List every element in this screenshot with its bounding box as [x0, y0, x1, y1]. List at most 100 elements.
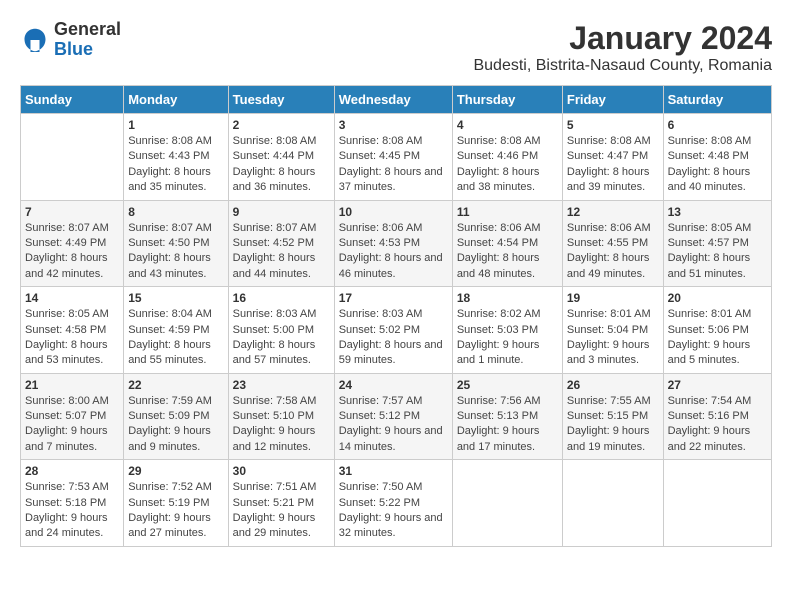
calendar-cell: 20 Sunrise: 8:01 AMSunset: 5:06 PMDayligh…: [663, 287, 771, 374]
day-info: Sunrise: 8:08 AMSunset: 4:44 PMDaylight:…: [233, 134, 330, 196]
logo-general: General: [54, 20, 121, 40]
day-info: Sunrise: 8:08 AMSunset: 4:43 PMDaylight:…: [128, 134, 223, 196]
day-number: 30: [233, 464, 330, 478]
calendar-table: SundayMondayTuesdayWednesdayThursdayFrid…: [20, 85, 772, 547]
day-info: Sunrise: 8:04 AMSunset: 4:59 PMDaylight:…: [128, 307, 223, 369]
day-number: 8: [128, 205, 223, 219]
calendar-cell: 4 Sunrise: 8:08 AMSunset: 4:46 PMDaylight…: [452, 114, 562, 201]
calendar-cell: 15Sunrise: 8:04 AMSunset: 4:59 PMDayligh…: [124, 287, 228, 374]
day-number: 18: [457, 291, 558, 305]
day-info: Sunrise: 8:03 AMSunset: 5:02 PMDaylight:…: [339, 307, 448, 369]
weekday-header: Monday: [124, 86, 228, 114]
day-number: 22: [128, 378, 223, 392]
calendar-cell: 10 Sunrise: 8:06 AMSunset: 4:53 PMDayligh…: [334, 200, 452, 287]
day-number: 1: [128, 118, 223, 132]
day-info: Sunrise: 8:06 AMSunset: 4:55 PMDaylight:…: [567, 221, 659, 283]
weekday-header: Friday: [562, 86, 663, 114]
calendar-cell: 26 Sunrise: 7:55 AMSunset: 5:15 PMDayligh…: [562, 373, 663, 460]
day-info: Sunrise: 7:55 AMSunset: 5:15 PMDaylight:…: [567, 394, 659, 456]
calendar-cell: 8 Sunrise: 8:07 AMSunset: 4:50 PMDaylight…: [124, 200, 228, 287]
day-number: 20: [668, 291, 767, 305]
day-info: Sunrise: 7:51 AMSunset: 5:21 PMDaylight:…: [233, 480, 330, 542]
day-number: 9: [233, 205, 330, 219]
day-number: 2: [233, 118, 330, 132]
day-info: Sunrise: 8:08 AMSunset: 4:47 PMDaylight:…: [567, 134, 659, 196]
day-number: 21: [25, 378, 119, 392]
calendar-cell: 30 Sunrise: 7:51 AMSunset: 5:21 PMDayligh…: [228, 460, 334, 547]
day-number: 7: [25, 205, 119, 219]
day-number: 17: [339, 291, 448, 305]
day-info: Sunrise: 8:05 AMSunset: 4:58 PMDaylight:…: [25, 307, 119, 369]
day-number: 31: [339, 464, 448, 478]
day-number: 27: [668, 378, 767, 392]
day-number: 12: [567, 205, 659, 219]
day-number: 28: [25, 464, 119, 478]
calendar-cell: 31 Sunrise: 7:50 AMSunset: 5:22 PMDayligh…: [334, 460, 452, 547]
calendar-week-row: 1 Sunrise: 8:08 AMSunset: 4:43 PMDaylight…: [21, 114, 772, 201]
day-number: 4: [457, 118, 558, 132]
day-info: Sunrise: 7:56 AMSunset: 5:13 PMDaylight:…: [457, 394, 558, 456]
day-number: 13: [668, 205, 767, 219]
day-number: 6: [668, 118, 767, 132]
weekday-header: Wednesday: [334, 86, 452, 114]
logo-text: General Blue: [54, 20, 121, 60]
calendar-cell: [663, 460, 771, 547]
calendar-cell: 19 Sunrise: 8:01 AMSunset: 5:04 PMDayligh…: [562, 287, 663, 374]
calendar-cell: 13Sunrise: 8:05 AMSunset: 4:57 PMDayligh…: [663, 200, 771, 287]
calendar-cell: [21, 114, 124, 201]
day-info: Sunrise: 8:03 AMSunset: 5:00 PMDaylight:…: [233, 307, 330, 369]
calendar-cell: 23 Sunrise: 7:58 AMSunset: 5:10 PMDayligh…: [228, 373, 334, 460]
logo-icon: [20, 25, 50, 55]
day-number: 3: [339, 118, 448, 132]
day-info: Sunrise: 7:59 AMSunset: 5:09 PMDaylight:…: [128, 394, 223, 456]
calendar-cell: 12 Sunrise: 8:06 AMSunset: 4:55 PMDayligh…: [562, 200, 663, 287]
day-number: 23: [233, 378, 330, 392]
day-number: 25: [457, 378, 558, 392]
weekday-header: Thursday: [452, 86, 562, 114]
day-info: Sunrise: 8:06 AMSunset: 4:53 PMDaylight:…: [339, 221, 448, 283]
page-subtitle: Budesti, Bistrita-Nasaud County, Romania: [473, 57, 772, 75]
calendar-cell: 3 Sunrise: 8:08 AMSunset: 4:45 PMDaylight…: [334, 114, 452, 201]
calendar-cell: 5Sunrise: 8:08 AMSunset: 4:47 PMDaylight…: [562, 114, 663, 201]
day-info: Sunrise: 7:57 AMSunset: 5:12 PMDaylight:…: [339, 394, 448, 456]
day-info: Sunrise: 7:58 AMSunset: 5:10 PMDaylight:…: [233, 394, 330, 456]
day-info: Sunrise: 8:02 AMSunset: 5:03 PMDaylight:…: [457, 307, 558, 369]
day-number: 10: [339, 205, 448, 219]
day-number: 11: [457, 205, 558, 219]
calendar-week-row: 28Sunrise: 7:53 AMSunset: 5:18 PMDayligh…: [21, 460, 772, 547]
calendar-cell: 11 Sunrise: 8:06 AMSunset: 4:54 PMDayligh…: [452, 200, 562, 287]
calendar-cell: 2 Sunrise: 8:08 AMSunset: 4:44 PMDaylight…: [228, 114, 334, 201]
page-title: January 2024: [473, 20, 772, 57]
weekday-header: Saturday: [663, 86, 771, 114]
calendar-cell: 25 Sunrise: 7:56 AMSunset: 5:13 PMDayligh…: [452, 373, 562, 460]
day-info: Sunrise: 8:08 AMSunset: 4:46 PMDaylight:…: [457, 134, 558, 196]
day-number: 24: [339, 378, 448, 392]
day-info: Sunrise: 8:00 AMSunset: 5:07 PMDaylight:…: [25, 394, 119, 456]
day-info: Sunrise: 8:06 AMSunset: 4:54 PMDaylight:…: [457, 221, 558, 283]
day-number: 14: [25, 291, 119, 305]
title-area: January 2024 Budesti, Bistrita-Nasaud Co…: [473, 20, 772, 75]
day-info: Sunrise: 7:50 AMSunset: 5:22 PMDaylight:…: [339, 480, 448, 542]
calendar-cell: 22 Sunrise: 7:59 AMSunset: 5:09 PMDayligh…: [124, 373, 228, 460]
calendar-cell: 9Sunrise: 8:07 AMSunset: 4:52 PMDaylight…: [228, 200, 334, 287]
day-info: Sunrise: 8:07 AMSunset: 4:50 PMDaylight:…: [128, 221, 223, 283]
day-number: 29: [128, 464, 223, 478]
day-number: 26: [567, 378, 659, 392]
calendar-cell: 21 Sunrise: 8:00 AMSunset: 5:07 PMDayligh…: [21, 373, 124, 460]
calendar-week-row: 7Sunrise: 8:07 AMSunset: 4:49 PMDaylight…: [21, 200, 772, 287]
calendar-cell: 7Sunrise: 8:07 AMSunset: 4:49 PMDaylight…: [21, 200, 124, 287]
day-info: Sunrise: 8:08 AMSunset: 4:45 PMDaylight:…: [339, 134, 448, 196]
day-info: Sunrise: 8:08 AMSunset: 4:48 PMDaylight:…: [668, 134, 767, 196]
day-info: Sunrise: 8:01 AMSunset: 5:06 PMDaylight:…: [668, 307, 767, 369]
calendar-cell: 18 Sunrise: 8:02 AMSunset: 5:03 PMDayligh…: [452, 287, 562, 374]
calendar-cell: 29 Sunrise: 7:52 AMSunset: 5:19 PMDayligh…: [124, 460, 228, 547]
day-number: 16: [233, 291, 330, 305]
logo: General Blue: [20, 20, 121, 60]
calendar-cell: 16 Sunrise: 8:03 AMSunset: 5:00 PMDayligh…: [228, 287, 334, 374]
calendar-header-row: SundayMondayTuesdayWednesdayThursdayFrid…: [21, 86, 772, 114]
day-info: Sunrise: 7:52 AMSunset: 5:19 PMDaylight:…: [128, 480, 223, 542]
calendar-cell: 27Sunrise: 7:54 AMSunset: 5:16 PMDayligh…: [663, 373, 771, 460]
day-number: 19: [567, 291, 659, 305]
day-info: Sunrise: 8:01 AMSunset: 5:04 PMDaylight:…: [567, 307, 659, 369]
calendar-cell: 6 Sunrise: 8:08 AMSunset: 4:48 PMDaylight…: [663, 114, 771, 201]
